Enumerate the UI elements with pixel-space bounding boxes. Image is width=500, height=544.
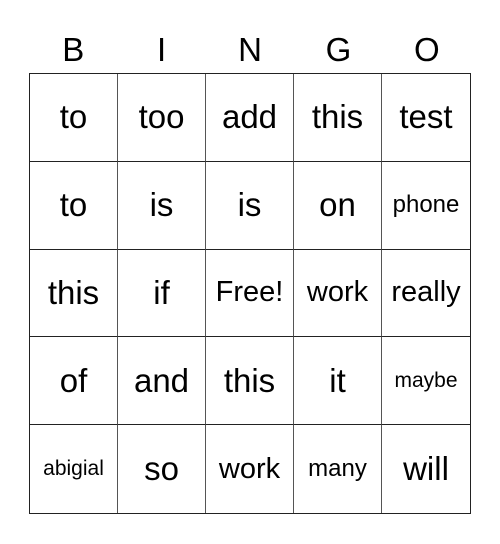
- bingo-cell[interactable]: maybe: [382, 337, 470, 426]
- bingo-cell[interactable]: is: [206, 161, 294, 250]
- bingo-cell[interactable]: phone: [382, 162, 470, 250]
- header-letter-g: G: [325, 31, 352, 68]
- bingo-header: B I N G O: [29, 28, 471, 72]
- bingo-cell[interactable]: it: [294, 337, 382, 426]
- bingo-cell[interactable]: this: [206, 337, 294, 426]
- header-letter-o: O: [413, 31, 440, 68]
- bingo-cell[interactable]: of: [30, 337, 118, 426]
- bingo-cell[interactable]: abigial: [30, 425, 118, 513]
- bingo-cell[interactable]: on: [294, 161, 382, 250]
- bingo-cell[interactable]: add: [206, 74, 294, 162]
- bingo-cell[interactable]: will: [382, 425, 470, 513]
- bingo-cell[interactable]: this: [294, 74, 382, 162]
- header-letter-b: B: [62, 31, 85, 68]
- bingo-cell[interactable]: many: [294, 425, 382, 513]
- bingo-cell[interactable]: test: [382, 74, 470, 162]
- bingo-cell[interactable]: so: [118, 425, 206, 513]
- bingo-cell[interactable]: and: [118, 337, 206, 426]
- bingo-cell[interactable]: is: [118, 161, 206, 250]
- bingo-cell[interactable]: really: [382, 250, 470, 338]
- header-letter-n: N: [238, 31, 262, 68]
- bingo-cell[interactable]: too: [118, 74, 206, 162]
- bingo-cell[interactable]: if: [118, 249, 206, 338]
- header-letter-i: I: [157, 31, 167, 68]
- bingo-card-grid: to too add this test to is is on phone t…: [29, 73, 471, 514]
- bingo-cell[interactable]: to: [30, 74, 118, 162]
- bingo-cell[interactable]: to: [30, 161, 118, 250]
- bingo-cell[interactable]: work: [294, 249, 382, 338]
- bingo-cell[interactable]: work: [206, 425, 294, 513]
- free-space-cell[interactable]: Free!: [206, 249, 294, 338]
- bingo-cell[interactable]: this: [30, 249, 118, 338]
